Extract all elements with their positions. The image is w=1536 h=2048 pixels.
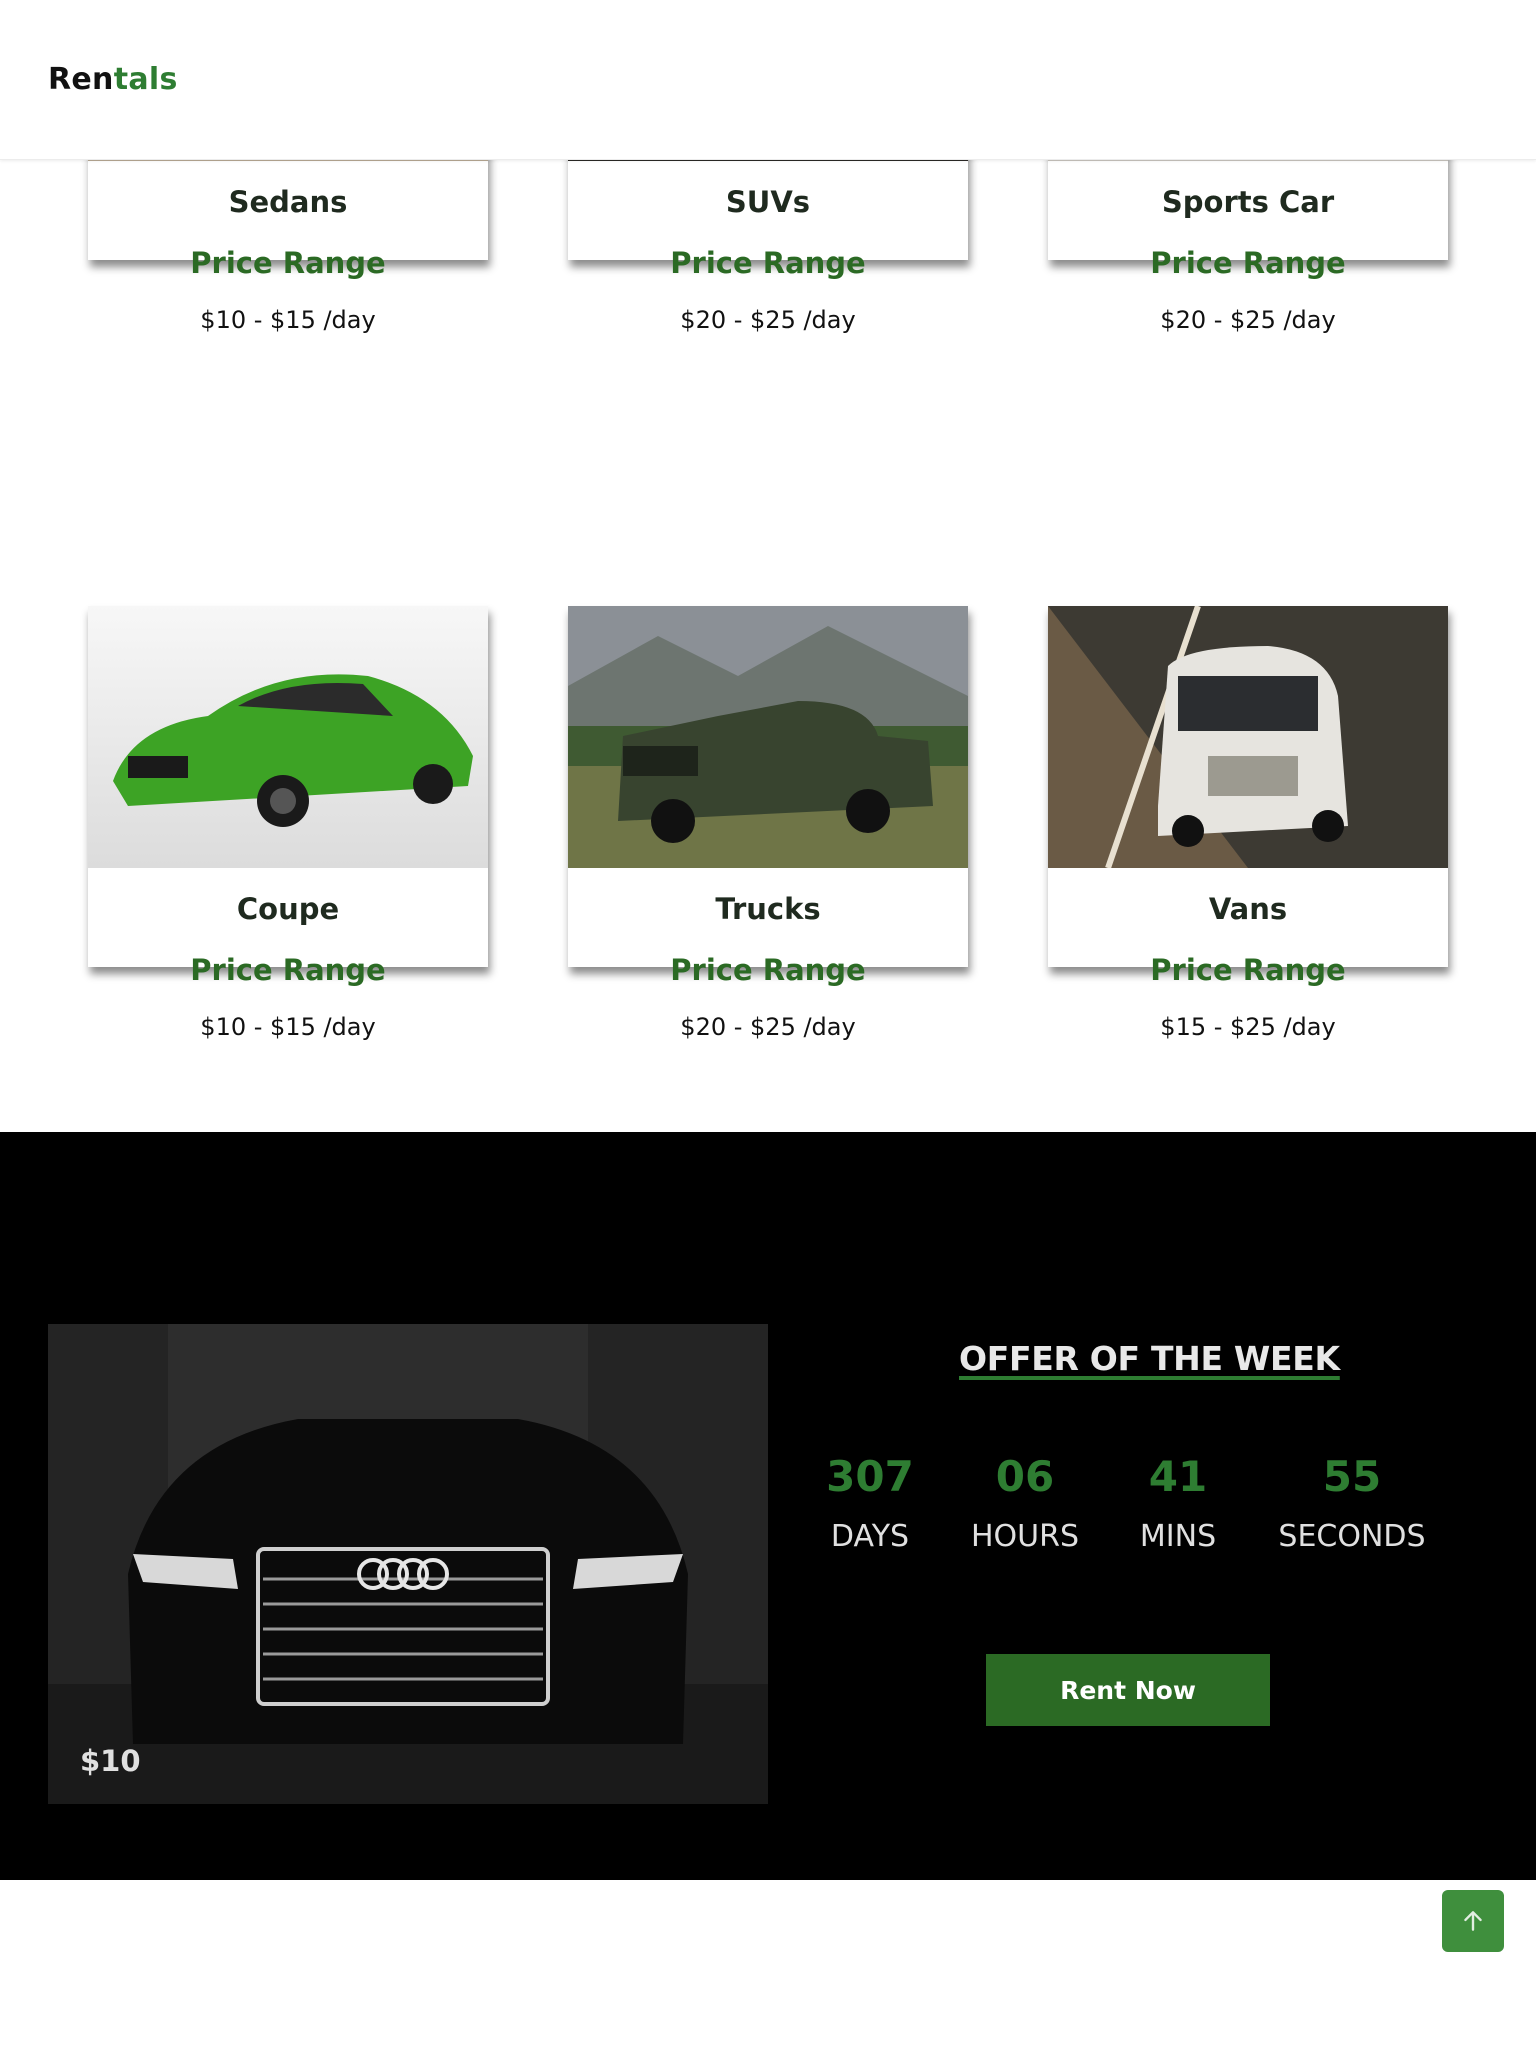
price-range-label: Price Range bbox=[670, 953, 866, 987]
price-range-value: $20 - $25 /day bbox=[680, 1013, 856, 1041]
countdown-hours-value: 06 bbox=[995, 1452, 1055, 1501]
countdown-hours: 06 HOURS bbox=[945, 1452, 1105, 1554]
coupe-image bbox=[88, 606, 488, 868]
car-card-trucks[interactable]: Trucks Price Range $20 - $25 /day bbox=[568, 606, 968, 1041]
price-range-value: $20 - $25 /day bbox=[680, 306, 856, 334]
offer-section: $10 OFFER OF THE WEEK 307 DAYS 06 HOURS … bbox=[0, 1132, 1536, 1880]
countdown-days-label: DAYS bbox=[830, 1519, 910, 1554]
site-logo[interactable]: Rentals bbox=[48, 62, 178, 97]
rent-now-button[interactable]: Rent Now bbox=[986, 1654, 1270, 1726]
countdown-hours-label: HOURS bbox=[970, 1519, 1080, 1554]
offer-title: OFFER OF THE WEEK bbox=[959, 1339, 1340, 1378]
van-image bbox=[1048, 606, 1448, 868]
car-card-coupe[interactable]: Coupe Price Range $10 - $15 /day bbox=[88, 606, 488, 1041]
countdown-seconds: 55 SECONDS bbox=[1272, 1452, 1432, 1554]
countdown-seconds-value: 55 bbox=[1322, 1452, 1382, 1501]
card-title: Vans bbox=[1208, 892, 1288, 926]
logo-text-accent: tals bbox=[113, 62, 178, 97]
truck-image bbox=[568, 606, 968, 868]
price-range-label: Price Range bbox=[190, 246, 386, 280]
countdown-seconds-label: SECONDS bbox=[1278, 1519, 1426, 1554]
countdown-days-value: 307 bbox=[826, 1452, 914, 1501]
price-range-value: $20 - $25 /day bbox=[1160, 306, 1336, 334]
offer-price-tag: $10 bbox=[80, 1744, 141, 1778]
countdown-mins: 41 MINS bbox=[1098, 1452, 1258, 1554]
price-range-value: $10 - $15 /day bbox=[200, 1013, 376, 1041]
logo-text-primary: Ren bbox=[48, 62, 114, 97]
back-to-top-button[interactable] bbox=[1442, 1890, 1504, 1952]
card-title: Trucks bbox=[715, 892, 821, 926]
countdown-days: 307 DAYS bbox=[790, 1452, 950, 1554]
offer-car-image bbox=[48, 1324, 768, 1804]
card-title: SUVs bbox=[725, 185, 811, 219]
card-title: Coupe bbox=[236, 892, 340, 926]
site-header: Rentals bbox=[0, 0, 1536, 160]
card-title: Sports Car bbox=[1161, 185, 1335, 219]
price-range-label: Price Range bbox=[670, 246, 866, 280]
price-range-label: Price Range bbox=[190, 953, 386, 987]
price-range-value: $10 - $15 /day bbox=[200, 306, 376, 334]
price-range-label: Price Range bbox=[1150, 246, 1346, 280]
card-title: Sedans bbox=[228, 185, 348, 219]
countdown-mins-value: 41 bbox=[1148, 1452, 1208, 1501]
price-range-value: $15 - $25 /day bbox=[1160, 1013, 1336, 1041]
car-card-vans[interactable]: Vans Price Range $15 - $25 /day bbox=[1048, 606, 1448, 1041]
countdown-mins-label: MINS bbox=[1139, 1519, 1217, 1554]
arrow-up-icon bbox=[1464, 1911, 1482, 1931]
price-range-label: Price Range bbox=[1150, 953, 1346, 987]
